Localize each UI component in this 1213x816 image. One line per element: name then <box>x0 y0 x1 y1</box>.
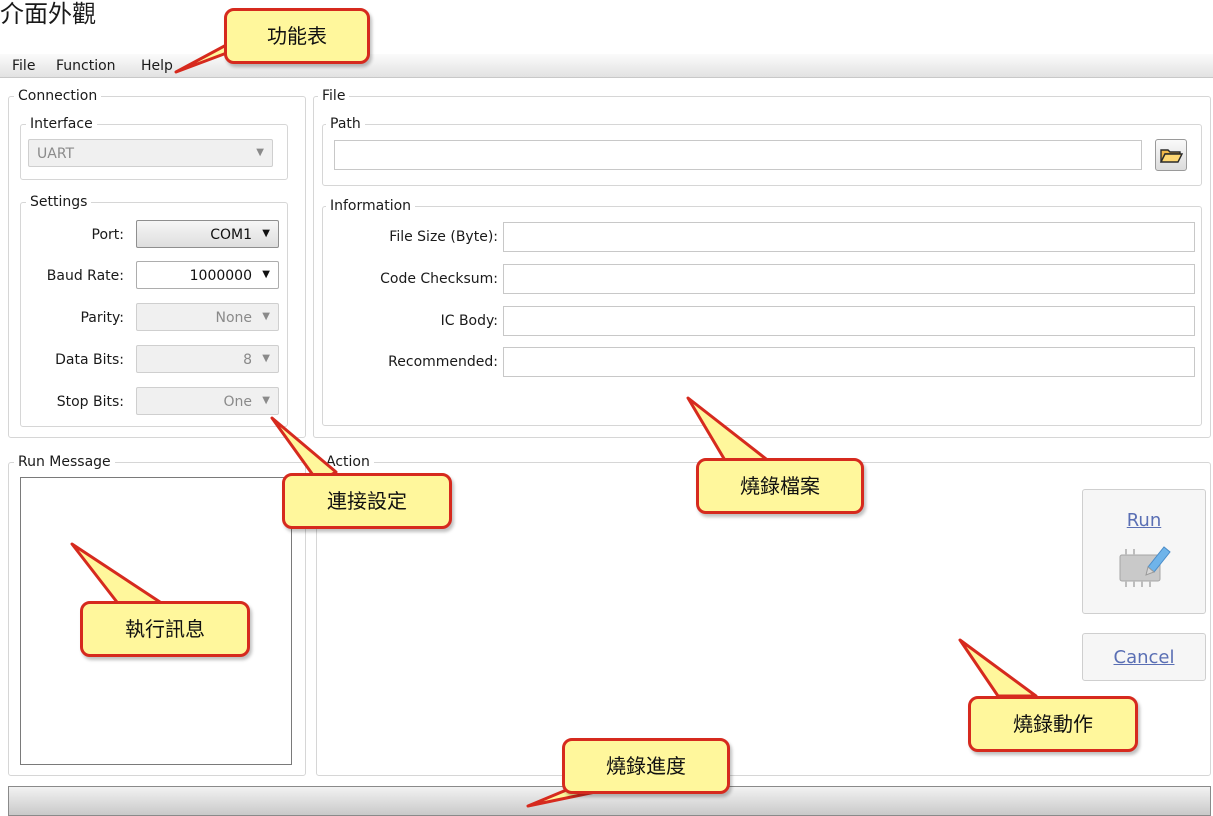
ic-body-field <box>503 306 1195 336</box>
chip-pen-icon <box>1119 546 1171 587</box>
data-bits-select[interactable]: 8 ▼ <box>136 345 279 373</box>
folder-open-icon <box>1159 149 1184 163</box>
file-size-field <box>503 222 1195 252</box>
browse-button[interactable] <box>1155 139 1187 171</box>
port-select[interactable]: COM1 ▼ <box>136 220 279 248</box>
chevron-down-icon: ▼ <box>262 395 270 406</box>
callout-message: 執行訊息 <box>80 601 250 657</box>
run-button-label: Run <box>1126 510 1162 531</box>
callout-connection: 連接設定 <box>282 473 452 529</box>
stop-bits-label: Stop Bits: <box>56 394 124 410</box>
interface-select[interactable]: UART ▼ <box>28 139 273 167</box>
code-checksum-label: Code Checksum: <box>380 271 498 287</box>
baud-rate-label: Baud Rate: <box>46 268 124 284</box>
file-title: File <box>318 88 350 104</box>
path-title: Path <box>326 116 365 132</box>
cancel-button[interactable]: Cancel <box>1082 633 1206 681</box>
chevron-down-icon: ▼ <box>262 311 270 322</box>
callout-action: 燒錄動作 <box>968 696 1138 752</box>
code-checksum-field <box>503 264 1195 294</box>
data-bits-value: 8 <box>243 352 252 368</box>
data-bits-label: Data Bits: <box>55 352 124 368</box>
callout-file: 燒錄檔案 <box>696 458 864 514</box>
path-input[interactable] <box>334 140 1142 170</box>
stop-bits-value: One <box>223 394 252 410</box>
port-label: Port: <box>91 227 124 243</box>
stop-bits-select[interactable]: One ▼ <box>136 387 279 415</box>
cancel-button-label: Cancel <box>1113 647 1175 668</box>
run-button[interactable]: Run <box>1082 489 1206 614</box>
chevron-down-icon: ▼ <box>262 269 270 280</box>
information-title: Information <box>326 198 416 214</box>
chevron-down-icon: ▼ <box>256 147 264 158</box>
menu-bar: File Function Help <box>0 54 1213 78</box>
chevron-down-icon: ▼ <box>262 353 270 364</box>
action-title: Action <box>322 454 374 470</box>
recommended-label: Recommended: <box>388 354 498 370</box>
recommended-field <box>503 347 1195 377</box>
page-heading: 介面外觀 <box>0 0 96 28</box>
menu-function[interactable]: Function <box>56 58 116 74</box>
chevron-down-icon: ▼ <box>262 228 270 239</box>
port-value: COM1 <box>210 227 252 243</box>
run-message-title: Run Message <box>14 454 115 470</box>
callout-menu: 功能表 <box>224 8 370 64</box>
interface-value: UART <box>37 146 75 162</box>
interface-title: Interface <box>26 116 97 132</box>
parity-select[interactable]: None ▼ <box>136 303 279 331</box>
baud-rate-select[interactable]: 1000000 ▼ <box>136 261 279 289</box>
callout-progress: 燒錄進度 <box>562 738 730 794</box>
parity-value: None <box>215 310 252 326</box>
settings-title: Settings <box>26 194 92 210</box>
menu-file[interactable]: File <box>12 58 35 74</box>
file-size-label: File Size (Byte): <box>389 229 498 245</box>
connection-title: Connection <box>14 88 102 104</box>
ic-body-label: IC Body: <box>440 313 498 329</box>
menu-help[interactable]: Help <box>141 58 173 74</box>
parity-label: Parity: <box>80 310 124 326</box>
baud-rate-value: 1000000 <box>189 268 252 284</box>
